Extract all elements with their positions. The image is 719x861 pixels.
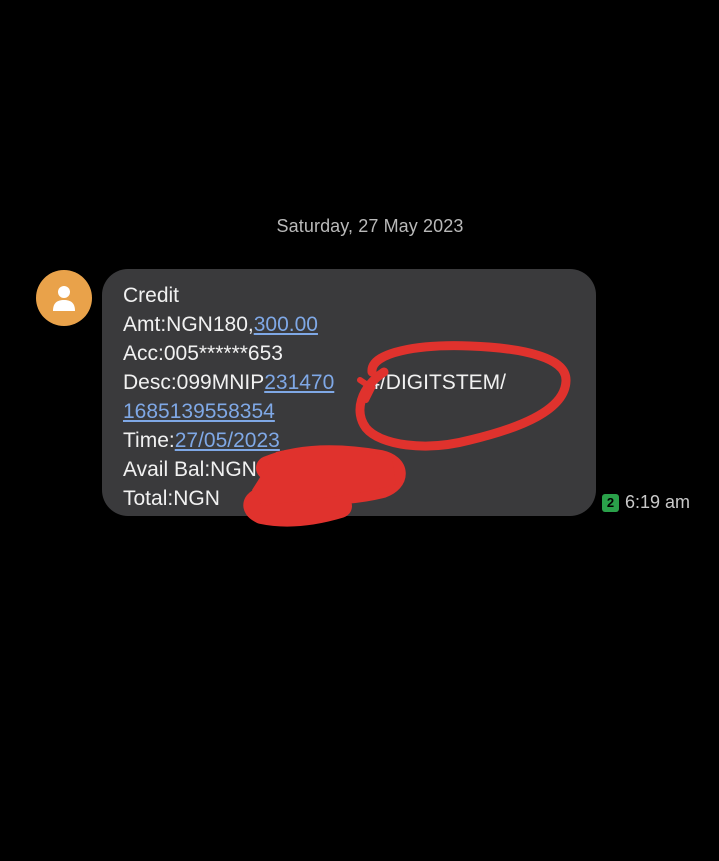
total-line: Total:NGN (123, 487, 220, 510)
desc-reference-link[interactable]: 1685139558354 (123, 400, 275, 423)
desc-suffix: 4/DIGITSTEM/ (368, 371, 506, 394)
description-line: Desc:099MNIP231470 4/DIGITSTEM/ (123, 368, 506, 397)
available-balance-line: Avail Bal:NGN (123, 458, 257, 481)
sim-2-icon: 2 (602, 493, 619, 512)
amount-label: Amt:NGN180, (123, 313, 254, 336)
person-icon (53, 286, 75, 311)
sms-conversation-screen: Saturday, 27 May 2023 Credit Amt:NGN180,… (0, 0, 719, 861)
desc-label: Desc:099MNIP (123, 371, 265, 394)
desc-number-link[interactable]: 231470 (264, 371, 334, 394)
message-timestamp: 6:19 am (625, 492, 691, 512)
time-label: Time: (123, 429, 175, 452)
amount-line: Amt:NGN180,300.00 (123, 310, 506, 339)
date-link[interactable]: 27/05/2023 (175, 429, 280, 452)
amount-link[interactable]: 300.00 (254, 313, 318, 336)
message-bubble[interactable]: Credit Amt:NGN180,300.00 Acc:005******65… (102, 269, 596, 516)
time-line: Time:27/05/2023 (123, 426, 506, 455)
message-meta: 2 6:19 am (602, 492, 690, 513)
account-line: Acc:005******653 (123, 342, 283, 365)
description-line-2: 1685139558354 (123, 397, 506, 426)
message-body: Credit Amt:NGN180,300.00 Acc:005******65… (123, 281, 506, 513)
date-header: Saturday, 27 May 2023 (276, 216, 464, 236)
sender-avatar[interactable] (36, 270, 92, 326)
message-title: Credit (123, 284, 180, 307)
